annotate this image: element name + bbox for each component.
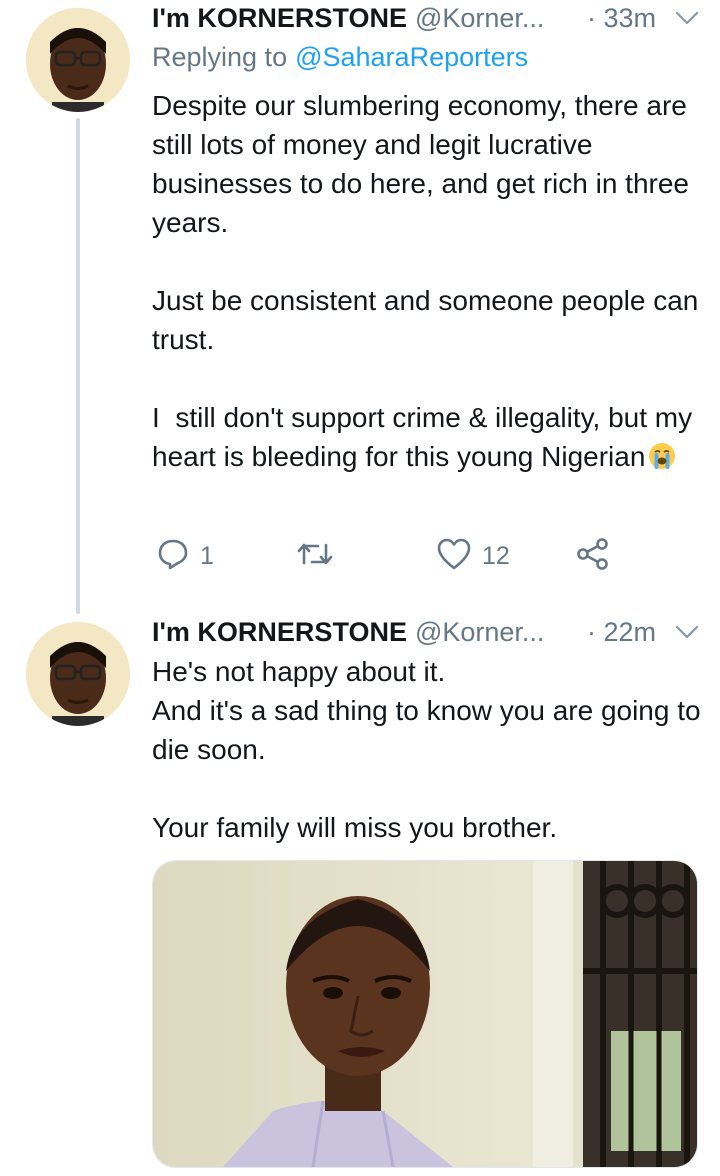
heart-icon — [436, 537, 472, 576]
reply-icon — [156, 537, 190, 576]
tweet-text: Despite our slumbering economy, there ar… — [152, 90, 699, 472]
reply-count: 1 — [200, 541, 214, 570]
share-icon — [576, 537, 610, 576]
display-name[interactable]: I'm KORNERSTONE — [152, 617, 407, 648]
tweet-media-image[interactable] — [152, 860, 698, 1168]
avatar[interactable] — [26, 622, 130, 726]
replying-to: Replying to @SaharaReporters — [152, 42, 528, 73]
photo-man-portrait — [153, 861, 697, 1167]
timestamp[interactable]: · 22m — [587, 617, 656, 648]
tweet-actions: 1 12 — [152, 536, 632, 576]
loudly-crying-face-icon — [647, 441, 677, 471]
user-handle[interactable]: @Korner... — [415, 3, 544, 34]
avatar-image — [26, 8, 130, 112]
tweet-header: I'm KORNERSTONE @Korner... · 22m — [152, 614, 700, 650]
thread-connector-line — [76, 118, 80, 614]
like-button[interactable]: 12 — [436, 536, 510, 576]
retweet-icon — [296, 539, 334, 574]
tweet-body: Despite our slumbering economy, there ar… — [152, 86, 704, 476]
share-button[interactable] — [576, 536, 610, 576]
user-handle[interactable]: @Korner... — [415, 617, 544, 648]
chevron-down-icon[interactable] — [674, 5, 700, 31]
chevron-down-icon[interactable] — [674, 619, 700, 645]
retweet-button[interactable] — [296, 536, 344, 576]
timestamp[interactable]: · 33m — [587, 3, 656, 34]
avatar-image — [26, 622, 130, 726]
tweet-header: I'm KORNERSTONE @Korner... · 33m — [152, 0, 700, 36]
replying-to-label: Replying to — [152, 42, 288, 72]
tweet-text: He's not happy about it. And it's a sad … — [152, 656, 701, 843]
reply-button[interactable]: 1 — [156, 536, 214, 576]
mention-link[interactable]: @SaharaReporters — [295, 42, 528, 72]
avatar[interactable] — [26, 8, 130, 112]
display-name[interactable]: I'm KORNERSTONE — [152, 3, 407, 34]
like-count: 12 — [482, 541, 510, 570]
